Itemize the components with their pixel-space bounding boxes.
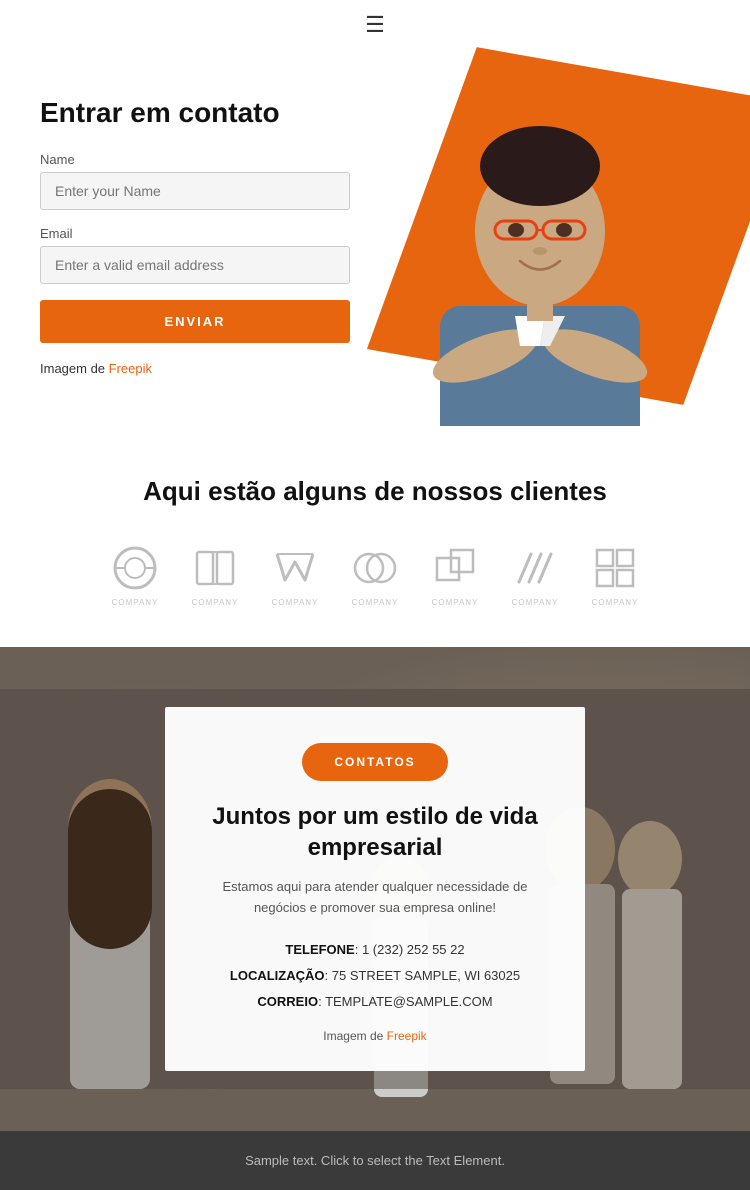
location-value: 75 STREET SAMPLE, WI 63025	[332, 968, 520, 983]
hero-person-image	[330, 46, 750, 426]
banner-description: Estamos aqui para atender qualquer neces…	[205, 877, 545, 919]
clients-section: Aqui estão alguns de nossos clientes COM…	[0, 426, 750, 647]
contatos-button[interactable]: CONTATOS	[302, 743, 447, 781]
company-label-2: COMPANY	[192, 598, 239, 607]
company-label-1: COMPANY	[112, 598, 159, 607]
hero-image-area	[320, 46, 750, 426]
banner-content-box: CONTATOS Juntos por um estilo de vida em…	[165, 707, 585, 1071]
company-logo-5: COMPANY	[429, 542, 481, 607]
phone-label: TELEFONE	[285, 942, 354, 957]
company-label-5: COMPANY	[432, 598, 479, 607]
image-credit: Imagem de Freepik	[40, 361, 350, 376]
hero-section: Entrar em contato Name Email ENVIAR Imag…	[0, 46, 750, 426]
name-label: Name	[40, 152, 350, 167]
phone-line: TELEFONE: 1 (232) 252 55 22	[205, 937, 545, 963]
footer-text[interactable]: Sample text. Click to select the Text El…	[20, 1153, 730, 1168]
company-logo-2: COMPANY	[189, 542, 241, 607]
company-logo-7: COMPANY	[589, 542, 641, 607]
location-line: LOCALIZAÇÃO: 75 STREET SAMPLE, WI 63025	[205, 963, 545, 989]
name-input[interactable]	[40, 172, 350, 210]
correio-label: CORREIO	[257, 994, 318, 1009]
company-label-7: COMPANY	[592, 598, 639, 607]
phone-value: 1 (232) 252 55 22	[362, 942, 465, 957]
location-label: LOCALIZAÇÃO	[230, 968, 325, 983]
banner-contact-info: TELEFONE: 1 (232) 252 55 22 LOCALIZAÇÃO:…	[205, 937, 545, 1015]
email-label: Email	[40, 226, 350, 241]
hero-title: Entrar em contato	[40, 96, 350, 130]
banner-image-credit: Imagem de Freepik	[205, 1029, 545, 1043]
company-label-4: COMPANY	[352, 598, 399, 607]
company-logo-6: COMPANY	[509, 542, 561, 607]
company-label-3: COMPANY	[272, 598, 319, 607]
contact-banner-section: CONTATOS Juntos por um estilo de vida em…	[0, 647, 750, 1131]
email-line: CORREIO: TEMPLATE@SAMPLE.COM	[205, 989, 545, 1015]
correio-value: TEMPLATE@SAMPLE.COM	[325, 994, 493, 1009]
enviar-button[interactable]: ENVIAR	[40, 300, 350, 343]
company-logo-1: COMPANY	[109, 542, 161, 607]
footer: Sample text. Click to select the Text El…	[0, 1131, 750, 1190]
company-label-6: COMPANY	[512, 598, 559, 607]
freepik-link[interactable]: Freepik	[109, 361, 152, 376]
hero-form: Entrar em contato Name Email ENVIAR Imag…	[40, 86, 350, 376]
banner-heading: Juntos por um estilo de vida empresarial	[205, 801, 545, 863]
clients-logos-container: COMPANY COMPANY COMPANY	[30, 542, 720, 607]
company-logo-3: COMPANY	[269, 542, 321, 607]
banner-freepik-link[interactable]: Freepik	[387, 1029, 427, 1043]
menu-icon[interactable]: ☰	[365, 14, 385, 36]
header: ☰	[0, 0, 750, 46]
company-logo-4: COMPANY	[349, 542, 401, 607]
clients-title: Aqui estão alguns de nossos clientes	[30, 476, 720, 507]
email-input[interactable]	[40, 246, 350, 284]
